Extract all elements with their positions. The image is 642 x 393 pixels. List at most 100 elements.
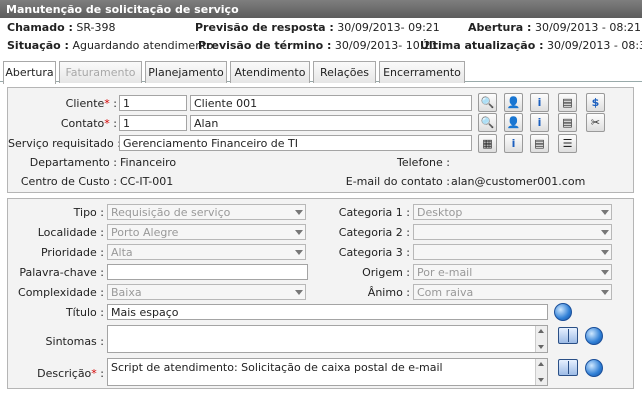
chevron-down-icon <box>601 290 609 295</box>
info-icon[interactable]: i <box>530 93 549 112</box>
chevron-down-icon <box>601 270 609 275</box>
categoria2-label: Categoria 2 : <box>338 226 410 239</box>
origem-select[interactable]: Por e-mail <box>413 264 612 280</box>
animo-select[interactable]: Com raiva <box>413 284 612 300</box>
prev-resposta-info: Previsão de resposta : 30/09/2013- 09:21 <box>195 21 440 34</box>
tab-abertura[interactable]: Abertura <box>3 61 56 84</box>
details-panel: Tipo : Requisição de serviço Categoria 1… <box>7 198 634 389</box>
required-mark: * <box>91 367 97 380</box>
cliente-label-text: Cliente <box>65 97 105 110</box>
document-icon[interactable]: ▤ <box>558 113 577 132</box>
prioridade-label: Prioridade : <box>40 246 104 259</box>
centro-custo-label: Centro de Custo : <box>20 175 117 188</box>
localidade-select-value: Porto Alegre <box>111 226 179 239</box>
info-icon[interactable]: i <box>530 113 549 132</box>
categoria2-select[interactable] <box>413 224 612 240</box>
complexidade-select[interactable]: Baixa <box>107 284 306 300</box>
contato-label-text: Contato <box>60 117 105 130</box>
tab-relacoes[interactable]: Relações <box>313 61 376 83</box>
window-title: Manutenção de solicitação de serviço <box>0 0 642 18</box>
cliente-name-input[interactable]: Cliente 001 <box>190 95 472 111</box>
tab-planejamento[interactable]: Planejamento <box>145 61 227 83</box>
sintomas-label: Sintomas : <box>45 335 104 348</box>
situacao-value: Aguardando atendimento <box>72 39 214 52</box>
telefone-label: Telefone : <box>397 156 450 169</box>
tipo-label: Tipo : <box>73 206 104 219</box>
departamento-value: Financeiro <box>120 156 177 169</box>
complexidade-label: Complexidade : <box>18 286 104 299</box>
tipo-select[interactable]: Requisição de serviço <box>107 204 306 220</box>
globe-icon[interactable] <box>585 359 603 377</box>
user-icon[interactable]: 👤 <box>504 93 523 112</box>
client-panel: Cliente* : 1 Cliente 001 🔍 👤 i ▤ $ Conta… <box>7 87 634 193</box>
chevron-down-icon <box>601 230 609 235</box>
prioridade-select-value: Alta <box>111 246 133 259</box>
animo-label: Ânimo : <box>367 286 410 299</box>
prev-resposta-value: 30/09/2013- 09:21 <box>337 21 440 34</box>
search-icon[interactable]: 🔍 <box>478 113 497 132</box>
required-mark: * <box>104 97 110 110</box>
chevron-down-icon <box>295 250 303 255</box>
tab-atendimento[interactable]: Atendimento <box>230 61 310 83</box>
departamento-label: Departamento : <box>29 156 117 169</box>
abertura-info: Abertura : 30/09/2013 - 08:21 <box>468 21 641 34</box>
tab-faturamento: Faturamento <box>59 61 142 83</box>
user-icon[interactable]: 👤 <box>504 113 523 132</box>
globe-icon[interactable] <box>585 327 603 345</box>
tab-encerramento[interactable]: Encerramento <box>379 61 465 83</box>
tipo-select-value: Requisição de serviço <box>111 206 231 219</box>
descricao-label-text: Descrição <box>37 367 92 380</box>
chevron-down-icon <box>295 210 303 215</box>
contato-name-input[interactable]: Alan <box>190 115 472 131</box>
cliente-code-input[interactable]: 1 <box>119 95 187 111</box>
chevron-down-icon <box>601 210 609 215</box>
contato-label: Contato* : <box>60 117 117 130</box>
scrollbar[interactable] <box>535 359 547 385</box>
book-icon[interactable] <box>558 359 578 376</box>
sintomas-textarea[interactable] <box>107 325 548 353</box>
origem-label: Origem : <box>362 266 410 279</box>
list-icon[interactable]: ☰ <box>558 134 577 153</box>
dollar-icon[interactable]: $ <box>586 93 605 112</box>
titulo-input[interactable]: Mais espaço <box>107 304 548 320</box>
localidade-select[interactable]: Porto Alegre <box>107 224 306 240</box>
book-icon[interactable] <box>558 327 578 344</box>
abertura-value: 30/09/2013 - 08:21 <box>534 21 642 34</box>
email-value: alan@customer001.com <box>451 175 586 188</box>
calendar-icon[interactable]: ▦ <box>478 134 497 153</box>
globe-icon[interactable] <box>554 303 572 321</box>
tools-icon[interactable]: ✂ <box>586 113 605 132</box>
email-label: E-mail do contato : <box>345 175 450 188</box>
situacao-label: Situação : <box>7 39 69 52</box>
categoria3-label: Categoria 3 : <box>338 246 410 259</box>
scrollbar[interactable] <box>535 326 547 352</box>
cliente-label: Cliente* : <box>65 97 117 110</box>
abertura-label: Abertura : <box>468 21 532 34</box>
chevron-down-icon <box>295 290 303 295</box>
animo-select-value: Com raiva <box>417 286 474 299</box>
tab-bar: Abertura Faturamento Planejamento Atendi… <box>0 60 642 84</box>
document-icon[interactable]: ▤ <box>530 134 549 153</box>
categoria1-label: Categoria 1 : <box>338 206 410 219</box>
chevron-down-icon <box>295 230 303 235</box>
document-icon[interactable]: ▤ <box>558 93 577 112</box>
titulo-label: Título : <box>65 306 104 319</box>
origem-select-value: Por e-mail <box>417 266 473 279</box>
prioridade-select[interactable]: Alta <box>107 244 306 260</box>
categoria1-select-value: Desktop <box>417 206 463 219</box>
chamado-value: SR-398 <box>76 21 116 34</box>
descricao-textarea[interactable]: Script de atendimento: Solicitação de ca… <box>107 358 548 386</box>
servico-label: Serviço requisitado : <box>8 137 121 150</box>
descricao-text: Script de atendimento: Solicitação de ca… <box>111 361 443 374</box>
search-icon[interactable]: 🔍 <box>478 93 497 112</box>
localidade-label: Localidade : <box>37 226 104 239</box>
required-mark: * <box>104 117 110 130</box>
palavra-chave-input[interactable] <box>107 264 308 280</box>
prev-termino-label: Previsão de término : <box>198 39 332 52</box>
centro-custo-value: CC-IT-001 <box>120 175 174 188</box>
categoria1-select[interactable]: Desktop <box>413 204 612 220</box>
categoria3-select[interactable] <box>413 244 612 260</box>
contato-code-input[interactable]: 1 <box>119 115 187 131</box>
servico-input[interactable]: Gerenciamento Financeiro de TI <box>119 135 472 151</box>
info-icon[interactable]: i <box>504 134 523 153</box>
